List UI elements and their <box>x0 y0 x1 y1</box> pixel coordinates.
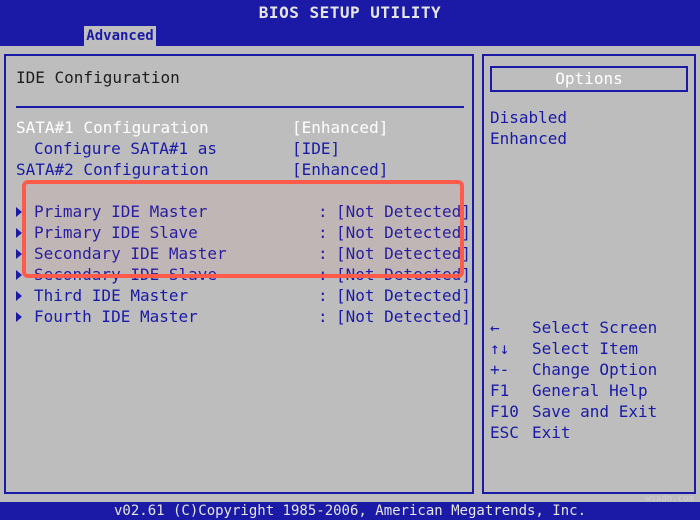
setting-value[interactable]: [Enhanced] <box>292 118 388 138</box>
setting-label: SATA#1 Configuration <box>16 118 209 137</box>
help-key: F1 <box>490 381 510 400</box>
page-title: IDE Configuration <box>16 68 180 87</box>
bios-screen: IDE Configuration SATA#1 Configuration [… <box>0 46 700 502</box>
help-key: F10 <box>490 402 519 421</box>
option-disabled[interactable]: Disabled <box>490 108 567 127</box>
highlight-box <box>22 180 464 278</box>
help-desc: General Help <box>532 381 648 400</box>
options-panel: Options Disabled Enhanced ← Select Scree… <box>482 54 696 494</box>
help-desc: Select Item <box>532 339 638 358</box>
help-desc: Select Screen <box>532 318 658 337</box>
setting-row-configure-sata1-as[interactable]: Configure SATA#1 as [IDE] <box>6 139 476 159</box>
main-panel: IDE Configuration SATA#1 Configuration [… <box>4 54 474 494</box>
help-key: ESC <box>490 423 519 442</box>
help-row-save-and-exit: F10 Save and Exit <box>490 402 688 422</box>
device-status: [Not Detected] <box>336 286 471 305</box>
device-colon: : <box>318 286 328 305</box>
help-row-general-help: F1 General Help <box>490 381 688 401</box>
help-key: ← <box>490 318 500 337</box>
help-row-change-option: +- Change Option <box>490 360 688 380</box>
options-title: Options <box>490 66 688 92</box>
help-key: +- <box>490 360 510 379</box>
device-colon: : <box>318 307 328 326</box>
help-desc: Change Option <box>532 360 658 379</box>
help-row-select-screen: ← Select Screen <box>490 318 688 338</box>
device-label: Fourth IDE Master <box>34 307 198 326</box>
setting-label: Configure SATA#1 as <box>34 139 218 158</box>
submenu-arrow-icon <box>16 291 22 301</box>
help-desc: Exit <box>532 423 571 442</box>
submenu-third-ide-master[interactable]: Third IDE Master : [Not Detected] <box>6 286 476 306</box>
help-key: ↑↓ <box>490 339 510 358</box>
help-desc: Save and Exit <box>532 402 658 421</box>
bios-title: BIOS SETUP UTILITY <box>0 0 700 26</box>
divider <box>16 106 464 108</box>
setting-row-sata1-configuration[interactable]: SATA#1 Configuration [Enhanced] <box>6 118 476 138</box>
option-enhanced[interactable]: Enhanced <box>490 129 567 148</box>
setting-value[interactable]: [Enhanced] <box>292 160 388 180</box>
help-row-select-item: ↑↓ Select Item <box>490 339 688 359</box>
tab-bar: Advanced <box>0 26 700 46</box>
copyright-footer: v02.61 (C)Copyright 1985-2006, American … <box>0 502 700 520</box>
device-label: Third IDE Master <box>34 286 189 305</box>
setting-value[interactable]: [IDE] <box>292 139 340 159</box>
tab-advanced[interactable]: Advanced <box>84 26 156 46</box>
submenu-fourth-ide-master[interactable]: Fourth IDE Master : [Not Detected] <box>6 307 476 327</box>
setting-label: SATA#2 Configuration <box>16 160 209 179</box>
setting-row-sata2-configuration[interactable]: SATA#2 Configuration [Enhanced] <box>6 160 476 180</box>
device-status: [Not Detected] <box>336 307 471 326</box>
submenu-arrow-icon <box>16 312 22 322</box>
help-row-exit: ESC Exit <box>490 423 688 443</box>
